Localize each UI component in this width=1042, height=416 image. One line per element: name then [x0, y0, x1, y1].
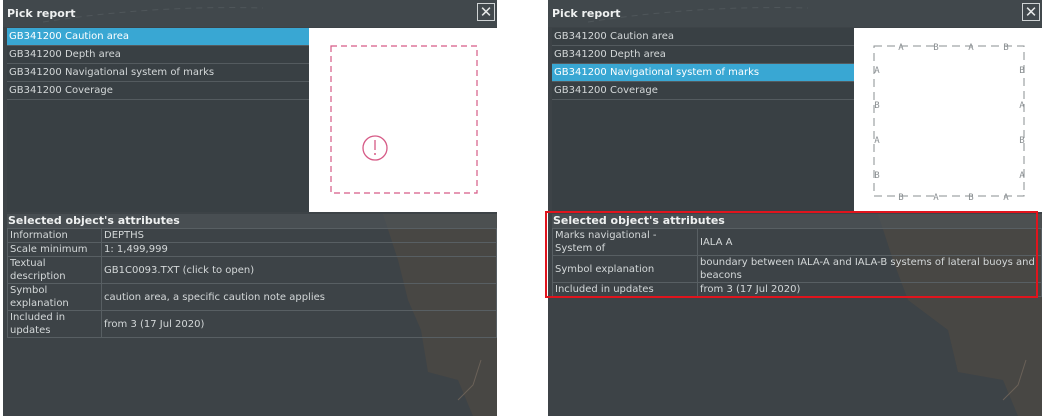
svg-text:A: A: [898, 43, 904, 53]
attributes-title: Selected object's attributes: [552, 214, 1042, 228]
table-row: Scale minimum 1: 1,499,999: [7, 242, 497, 257]
symbol-preview: A B A B B A B A A B A B B A B A: [854, 28, 1042, 212]
svg-text:B: B: [874, 101, 879, 111]
attributes-table: Information DEPTHS Scale minimum 1: 1,49…: [7, 228, 497, 338]
attribute-value: DEPTHS: [101, 228, 497, 243]
attribute-value: IALA A: [697, 228, 1042, 256]
attributes-table: Marks navigational - System of IALA A Sy…: [552, 228, 1042, 297]
symbol-preview: [309, 28, 497, 212]
attribute-name: Marks navigational - System of: [552, 228, 698, 256]
dialog-title: Pick report: [548, 0, 1042, 27]
object-list: GB341200 Caution area GB341200 Depth are…: [552, 28, 854, 212]
attribute-value-link[interactable]: GB1C0093.TXT (click to open): [101, 256, 497, 284]
svg-text:A: A: [874, 66, 880, 76]
svg-text:B: B: [968, 193, 973, 203]
object-list: GB341200 Caution area GB341200 Depth are…: [7, 28, 309, 212]
attribute-name: Information: [7, 228, 102, 243]
close-icon: ✕: [479, 2, 493, 21]
close-button[interactable]: ✕: [477, 3, 495, 21]
close-button[interactable]: ✕: [1022, 3, 1040, 21]
svg-text:B: B: [933, 43, 938, 53]
attributes-section: Selected object's attributes Information…: [7, 214, 497, 338]
attribute-name: Symbol explanation: [7, 283, 102, 311]
svg-text:B: B: [874, 171, 879, 181]
list-item-caution-area[interactable]: GB341200 Caution area: [7, 28, 309, 46]
table-row: Included in updates from 3 (17 Jul 2020): [7, 310, 497, 338]
pick-report-panel-left: Pick report ✕ GB341200 Caution area GB34…: [3, 0, 497, 416]
list-item-coverage[interactable]: GB341200 Coverage: [552, 82, 854, 100]
table-row: Symbol explanation boundary between IALA…: [552, 255, 1042, 283]
svg-text:B: B: [1019, 136, 1024, 146]
list-item-navigational-system[interactable]: GB341200 Navigational system of marks: [552, 64, 854, 82]
attribute-value: 1: 1,499,999: [101, 242, 497, 257]
attribute-value: caution area, a specific caution note ap…: [101, 283, 497, 311]
svg-text:A: A: [1019, 171, 1025, 181]
table-row: Included in updates from 3 (17 Jul 2020): [552, 282, 1042, 297]
attribute-value: from 3 (17 Jul 2020): [697, 282, 1042, 297]
table-row: Symbol explanation caution area, a speci…: [7, 283, 497, 311]
attribute-name: Textual description: [7, 256, 102, 284]
close-icon: ✕: [1024, 2, 1038, 21]
iala-boundary-icon: A B A B B A B A A B A B B A B A: [873, 43, 1025, 203]
svg-text:A: A: [933, 193, 939, 203]
svg-text:B: B: [1019, 66, 1024, 76]
list-item-depth-area[interactable]: GB341200 Depth area: [7, 46, 309, 64]
svg-text:B: B: [898, 193, 903, 203]
table-row: Marks navigational - System of IALA A: [552, 228, 1042, 256]
list-item-depth-area[interactable]: GB341200 Depth area: [552, 46, 854, 64]
attribute-name: Symbol explanation: [552, 255, 698, 283]
svg-text:B: B: [1003, 43, 1008, 53]
table-row: Information DEPTHS: [7, 228, 497, 243]
attribute-name: Included in updates: [552, 282, 698, 297]
attribute-name: Scale minimum: [7, 242, 102, 257]
list-item-navigational-system[interactable]: GB341200 Navigational system of marks: [7, 64, 309, 82]
svg-text:A: A: [1003, 193, 1009, 203]
attribute-value: boundary between IALA-A and IALA-B syste…: [697, 255, 1042, 283]
attribute-name: Included in updates: [7, 310, 102, 338]
list-item-caution-area[interactable]: GB341200 Caution area: [552, 28, 854, 46]
attributes-section: Selected object's attributes Marks navig…: [552, 214, 1042, 297]
attributes-title: Selected object's attributes: [7, 214, 497, 228]
svg-text:A: A: [968, 43, 974, 53]
table-row: Textual description GB1C0093.TXT (click …: [7, 256, 497, 284]
svg-text:A: A: [874, 136, 880, 146]
dialog-title: Pick report: [3, 0, 497, 27]
pick-report-panel-right: Pick report ✕ GB341200 Caution area GB34…: [548, 0, 1042, 416]
caution-exclamation-icon: [362, 135, 388, 161]
list-item-coverage[interactable]: GB341200 Coverage: [7, 82, 309, 100]
svg-text:A: A: [1019, 101, 1025, 111]
attribute-value: from 3 (17 Jul 2020): [101, 310, 497, 338]
